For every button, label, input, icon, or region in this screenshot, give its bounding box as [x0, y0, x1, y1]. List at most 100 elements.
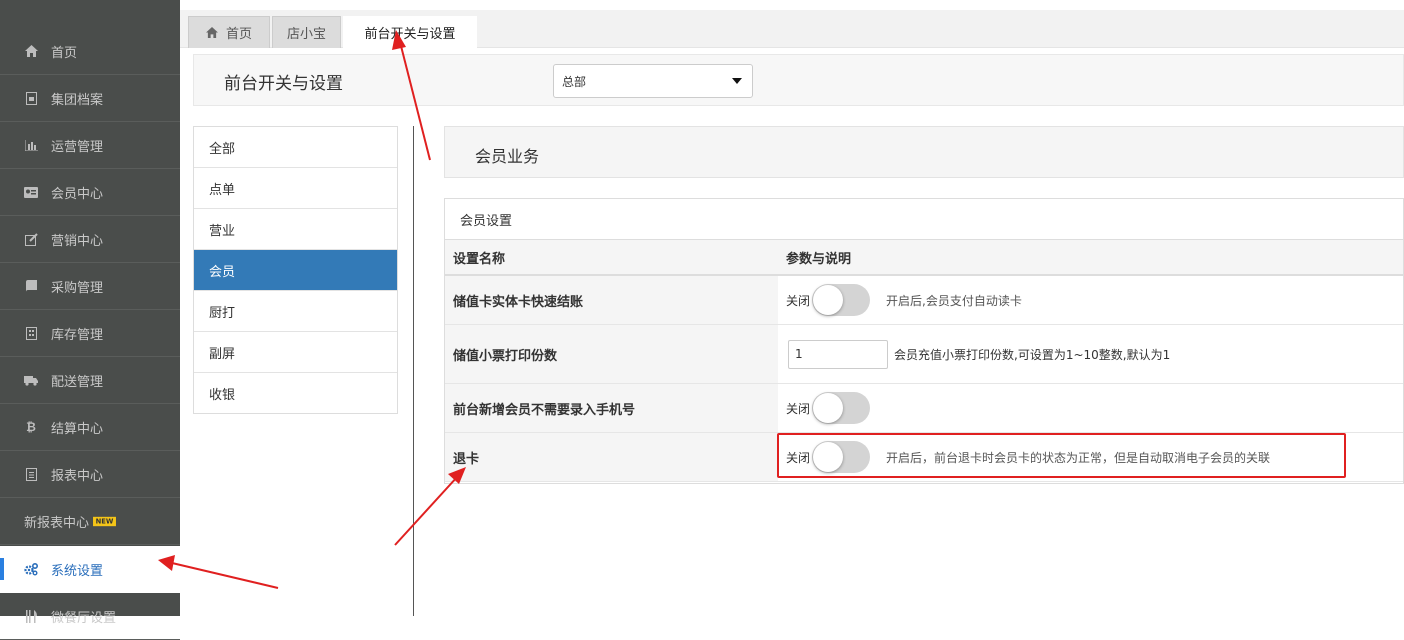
category-item-kitchen-print[interactable]: 厨打	[194, 291, 397, 332]
sidebar-item-label: 结算中心	[51, 421, 104, 437]
sidebar-item-operations[interactable]: 运营管理	[0, 122, 180, 169]
setting-name: 储值卡实体卡快速结账	[445, 276, 778, 324]
edit-icon	[24, 232, 38, 246]
arrow-to-sidebar	[171, 562, 279, 589]
sidebar-item-label: 会员中心	[51, 186, 104, 202]
tab-home[interactable]: 首页	[188, 16, 270, 48]
store-select[interactable]: 总部	[553, 64, 753, 98]
setting-description: 会员充值小票打印份数,可设置为1~10整数,默认为1	[894, 347, 1171, 362]
gears-icon	[24, 563, 38, 577]
sidebar-item-marketing[interactable]: 营销中心	[0, 216, 180, 263]
col-param-header: 参数与说明	[778, 240, 1403, 274]
book-icon	[24, 279, 38, 293]
category-item-order[interactable]: 点单	[194, 168, 397, 209]
report-icon	[24, 467, 38, 481]
sidebar-item-label: 报表中心	[51, 468, 104, 484]
sidebar-item-micro-restaurant[interactable]: 微餐厅设置	[0, 593, 180, 640]
page-title: 前台开关与设置	[224, 74, 343, 94]
toggle-knob	[813, 285, 844, 315]
col-name-header: 设置名称	[445, 240, 778, 274]
sidebar-item-settlement[interactable]: ₿ 结算中心	[0, 404, 180, 451]
section-header: 会员业务	[444, 126, 1404, 178]
cutlery-icon	[24, 609, 38, 623]
table-row: 前台新增会员不需要录入手机号 关闭	[445, 384, 1403, 433]
sidebar-item-delivery[interactable]: 配送管理	[0, 357, 180, 404]
table-row: 退卡 关闭 开启后，前台退卡时会员卡的状态为正常，但是自动取消电子会员的关联	[445, 433, 1403, 482]
toggle-state-label: 关闭	[786, 401, 811, 416]
arrow-to-row	[394, 475, 459, 546]
category-list: 全部 点单 营业 会员 厨打 副屏 收银	[193, 126, 398, 414]
category-label: 全部	[209, 141, 236, 157]
home-icon	[24, 44, 38, 58]
table-row: 储值小票打印份数 1 会员充值小票打印份数,可设置为1~10整数,默认为1	[445, 325, 1403, 384]
sidebar-item-label: 配送管理	[51, 374, 104, 390]
table-header: 设置名称 参数与说明	[445, 240, 1403, 276]
setting-name: 前台新增会员不需要录入手机号	[445, 384, 778, 432]
setting-description: 开启后,会员支付自动读卡	[886, 293, 1022, 308]
divider	[413, 126, 414, 616]
toggle-state-label: 关闭	[786, 293, 811, 308]
sidebar-item-label: 系统设置	[51, 564, 104, 579]
toggle-track	[812, 392, 871, 424]
category-label: 收银	[209, 388, 236, 403]
page-header: 前台开关与设置 总部	[193, 54, 1404, 106]
card-return-toggle[interactable]: 关闭	[786, 441, 871, 473]
toggle-track	[812, 441, 871, 473]
panel-title: 会员设置	[445, 199, 1403, 240]
member-settings-panel: 会员设置 设置名称 参数与说明 储值卡实体卡快速结账 关闭 开启后,会员支付自动…	[444, 198, 1404, 484]
truck-icon	[24, 373, 38, 387]
category-item-all[interactable]: 全部	[194, 127, 397, 168]
toggle-track	[812, 284, 871, 316]
tab-label: 前台开关与设置	[364, 27, 456, 42]
sidebar-item-label: 营销中心	[51, 233, 104, 249]
store-select-value: 总部	[562, 74, 587, 89]
sidebar-item-group-archive[interactable]: 集团档案	[0, 75, 180, 122]
tab-label: 首页	[225, 27, 252, 42]
category-label: 厨打	[209, 305, 236, 321]
file-icon	[24, 91, 38, 105]
sidebar-item-home[interactable]: 首页	[0, 28, 180, 75]
tab-label: 店小宝	[286, 27, 326, 42]
category-item-cashier[interactable]: 收银	[194, 373, 397, 414]
tab-bar: 首页 店小宝 前台开关与设置	[180, 10, 1404, 48]
setting-name: 储值小票打印份数	[445, 325, 778, 383]
sidebar-item-new-reports[interactable]: 新报表中心 NEW	[0, 498, 180, 545]
home-icon	[206, 27, 218, 38]
sidebar-item-inventory[interactable]: 库存管理	[0, 310, 180, 357]
setting-name: 退卡	[445, 433, 778, 481]
sidebar-item-label: 新报表中心	[24, 515, 90, 531]
no-phone-required-toggle[interactable]: 关闭	[786, 392, 871, 424]
sidebar-item-label: 微餐厅设置	[51, 610, 117, 626]
toggle-knob	[813, 393, 844, 423]
category-item-business[interactable]: 营业	[194, 209, 397, 250]
sidebar-item-reports[interactable]: 报表中心	[0, 451, 180, 498]
toggle-state-label: 关闭	[786, 450, 811, 465]
sidebar-item-label: 采购管理	[51, 280, 104, 296]
category-item-sub-screen[interactable]: 副屏	[194, 332, 397, 373]
bitcoin-icon: ₿	[26, 420, 36, 434]
setting-description: 开启后，前台退卡时会员卡的状态为正常，但是自动取消电子会员的关联	[886, 450, 1271, 465]
tab-frontdesk-settings[interactable]: 前台开关与设置	[343, 16, 477, 48]
sidebar: 首页 集团档案 运营管理 会员中心 营销中心 采购管理 库存管理 配送管理 ₿ …	[0, 0, 180, 640]
sidebar-item-label: 首页	[51, 45, 78, 61]
print-copies-input[interactable]: 1	[788, 339, 888, 369]
category-label: 副屏	[209, 346, 236, 362]
category-label: 会员	[209, 264, 236, 280]
new-badge: NEW	[93, 516, 116, 526]
toggle-knob	[813, 442, 844, 472]
tab-dianxiaobao[interactable]: 店小宝	[272, 16, 341, 48]
sidebar-item-system-settings[interactable]: 系统设置	[0, 546, 180, 593]
sidebar-item-label: 运营管理	[51, 139, 104, 155]
sidebar-item-member-center[interactable]: 会员中心	[0, 169, 180, 216]
table-row: 储值卡实体卡快速结账 关闭 开启后,会员支付自动读卡	[445, 276, 1403, 325]
caret-down-icon	[732, 78, 742, 84]
category-item-member[interactable]: 会员	[194, 250, 397, 291]
quick-checkout-toggle[interactable]: 关闭	[786, 284, 871, 316]
category-label: 点单	[209, 182, 236, 198]
id-card-icon	[24, 185, 38, 199]
sidebar-item-label: 集团档案	[51, 92, 104, 108]
sidebar-item-label: 库存管理	[51, 327, 104, 343]
sidebar-item-purchasing[interactable]: 采购管理	[0, 263, 180, 310]
bar-chart-icon	[24, 138, 38, 152]
section-title: 会员业务	[475, 147, 540, 166]
